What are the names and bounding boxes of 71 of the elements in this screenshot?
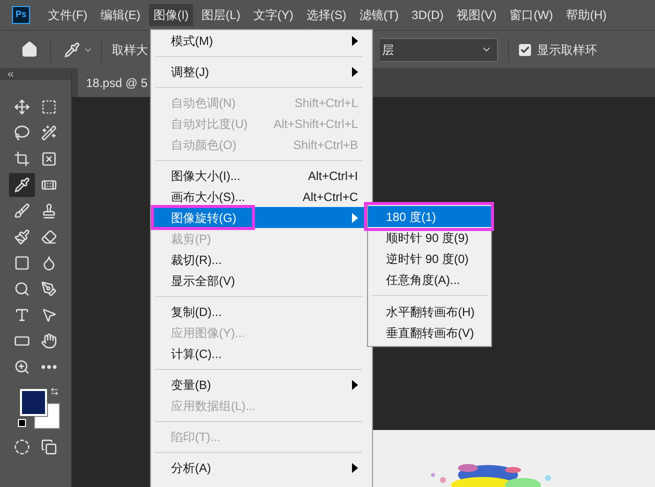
menu-item[interactable]: 顺时针 90 度(9)	[368, 227, 491, 248]
menu-title[interactable]: 文字(Y)	[249, 4, 298, 26]
submenu-arrow-icon	[352, 212, 358, 222]
zoom-icon	[14, 359, 30, 375]
frame-icon	[41, 151, 58, 167]
shortcut-text: Shift+Ctrl+L	[294, 94, 358, 112]
menu-title[interactable]: 编辑(E)	[96, 4, 144, 26]
brush-icon	[14, 203, 30, 219]
menu-item[interactable]: 逆时针 90 度(0)	[368, 248, 491, 269]
quick-mask-icon[interactable]	[14, 439, 30, 455]
sample-size-label: 取样大	[112, 42, 148, 58]
menu-title[interactable]: 3D(D)	[408, 4, 448, 26]
menu-item[interactable]: 计算(C)...	[151, 343, 366, 364]
menu-item[interactable]: 显示全部(V)	[151, 270, 366, 291]
menu-item[interactable]: 复制(D)...	[151, 301, 366, 322]
eraser-icon	[41, 229, 58, 245]
menu-item[interactable]: 变量(B)	[151, 374, 366, 395]
checkbox-label: 显示取样环	[537, 42, 597, 58]
swap-icon[interactable]	[50, 387, 59, 396]
document-tab[interactable]: 18.psd @ 5	[78, 68, 150, 97]
wand-icon	[41, 125, 58, 141]
menu-item[interactable]: 裁切(R)...	[151, 249, 366, 270]
checkbox[interactable]	[519, 44, 531, 56]
menu-item[interactable]: 图像大小(I)... Alt+Ctrl+I	[151, 165, 366, 186]
menu-item[interactable]: 调整(J)	[151, 61, 366, 82]
app-logo[interactable]: Ps	[12, 6, 30, 24]
paintbrush-icon	[14, 229, 30, 245]
background-color-swatch[interactable]	[34, 403, 60, 429]
menu-title[interactable]: 图层(L)	[198, 4, 244, 26]
type-icon	[14, 307, 30, 323]
foreground-color-swatch[interactable]	[20, 389, 47, 416]
submenu-arrow-icon	[352, 36, 358, 46]
menu-item[interactable]: 图像旋转(G)	[151, 207, 366, 228]
menu-title[interactable]: 选择(S)	[302, 4, 350, 26]
shortcut-text: Alt+Shift+Ctrl+L	[274, 116, 358, 132]
tool-button[interactable]	[8, 173, 35, 197]
move-icon	[14, 99, 30, 115]
submenu-arrow-icon	[352, 66, 358, 76]
eyedropper-icon[interactable]	[64, 42, 80, 58]
menu-item[interactable]: 垂直翻转画布(V)	[368, 322, 491, 343]
lasso-icon	[14, 125, 30, 141]
collapse-icon[interactable]	[6, 70, 15, 78]
sample-dropdown[interactable]: 层	[380, 38, 498, 62]
menu-title[interactable]: 文件(F)	[44, 4, 92, 26]
shortcut-text: Shift+Ctrl+B	[293, 136, 358, 154]
default-colors-icon[interactable]	[18, 419, 26, 427]
menu-item[interactable]: 任意角度(A)...	[368, 269, 491, 290]
crop-icon	[14, 151, 30, 167]
eyedropper-icon	[14, 177, 30, 193]
submenu-arrow-icon	[352, 380, 358, 390]
menu-title[interactable]: 视图(V)	[452, 4, 501, 26]
menu-title[interactable]: 图像(I)	[149, 4, 193, 26]
menu-item[interactable]: 画布大小(S)... Alt+Ctrl+C	[151, 186, 366, 207]
shortcut-text: Alt+Ctrl+C	[302, 188, 358, 206]
submenu-arrow-icon	[352, 462, 358, 472]
menu-title[interactable]: 滤镜(T)	[355, 4, 403, 26]
pointer-icon	[41, 307, 58, 323]
menu-item[interactable]: 水平翻转画布(H)	[368, 301, 491, 322]
menu-item[interactable]: 分析(A)	[151, 457, 366, 478]
menu-title[interactable]: 窗口(W)	[506, 4, 557, 26]
menu-title[interactable]: 帮助(H)	[562, 4, 611, 26]
hand-icon	[41, 333, 58, 349]
stamp-icon	[41, 203, 58, 219]
shortcut-text: Alt+Ctrl+I	[308, 168, 358, 184]
pen-icon	[41, 281, 58, 297]
screen-mode-icon[interactable]	[41, 439, 58, 455]
home-icon[interactable]	[21, 41, 38, 58]
menu-item[interactable]: 180 度(1)	[368, 206, 491, 227]
droplet-icon	[41, 255, 58, 271]
marquee-icon	[41, 99, 58, 115]
menu-item[interactable]: 模式(M)	[151, 30, 366, 51]
